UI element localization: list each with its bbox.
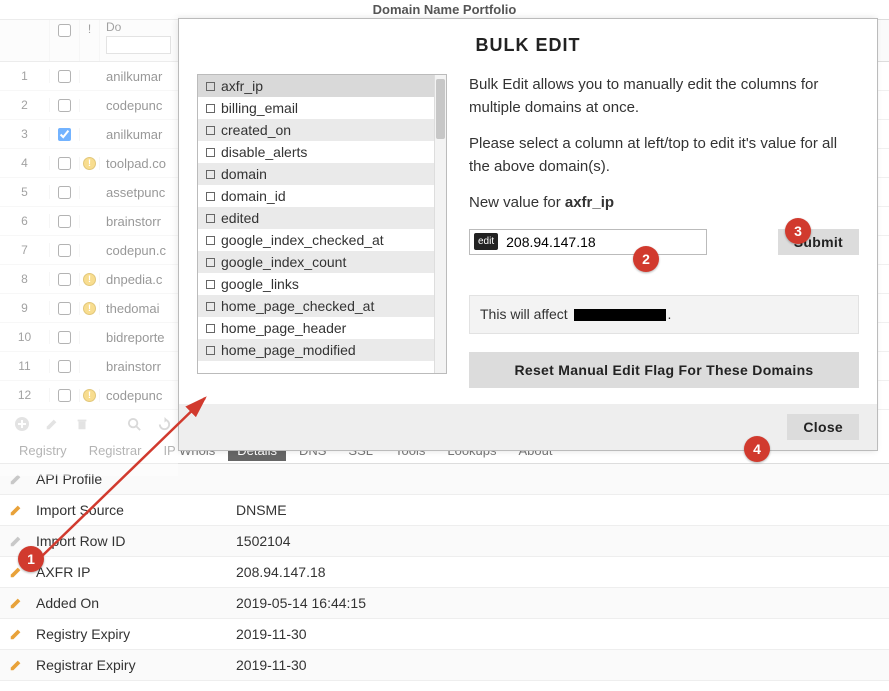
- column-option-label: home_page_modified: [221, 342, 356, 358]
- details-panel: API ProfileImport SourceDNSMEImport Row …: [0, 463, 889, 681]
- column-option[interactable]: domain: [198, 163, 434, 185]
- column-option[interactable]: home_page_checked_at: [198, 295, 434, 317]
- column-list-scrollbar[interactable]: [434, 75, 446, 373]
- edit-field-icon[interactable]: [0, 627, 32, 641]
- column-option[interactable]: google_index_count: [198, 251, 434, 273]
- modal-intro-1: Bulk Edit allows you to manually edit th…: [469, 74, 859, 119]
- column-option-label: edited: [221, 210, 259, 226]
- reset-flag-button[interactable]: Reset Manual Edit Flag For These Domains: [469, 352, 859, 388]
- column-list[interactable]: axfr_ip billing_email created_on disable_al…: [197, 74, 447, 374]
- modal-intro-2: Please select a column at left/top to ed…: [469, 133, 859, 178]
- column-option-label: disable_alerts: [221, 144, 307, 160]
- checkbox-icon: [206, 192, 215, 201]
- checkbox-icon: [206, 324, 215, 333]
- affect-notice: This will affect .: [469, 295, 859, 334]
- callout-4: 4: [744, 436, 770, 462]
- redacted-domain: [574, 309, 666, 321]
- checkbox-icon: [206, 82, 215, 91]
- edit-field-icon[interactable]: [0, 503, 32, 517]
- detail-value: 208.94.147.18: [232, 564, 889, 580]
- close-button[interactable]: Close: [787, 414, 859, 440]
- detail-label: Added On: [32, 595, 232, 611]
- checkbox-icon: [206, 126, 215, 135]
- detail-row: Import SourceDNSME: [0, 495, 889, 526]
- checkbox-icon: [206, 236, 215, 245]
- detail-value: 2019-11-30: [232, 657, 889, 673]
- checkbox-icon: [206, 170, 215, 179]
- detail-row: Registrar Expiry2019-11-30: [0, 650, 889, 681]
- column-option-label: axfr_ip: [221, 78, 263, 94]
- column-option-label: domain_id: [221, 188, 286, 204]
- checkbox-icon: [206, 214, 215, 223]
- new-value-input-wrap: edit: [469, 229, 707, 255]
- column-option-label: home_page_checked_at: [221, 298, 374, 314]
- callout-1: 1: [18, 546, 44, 572]
- detail-label: Registrar Expiry: [32, 657, 232, 673]
- column-option-label: google_links: [221, 276, 299, 292]
- modal-title: BULK EDIT: [179, 19, 877, 74]
- column-option[interactable]: google_links: [198, 273, 434, 295]
- edit-field-icon[interactable]: [0, 596, 32, 610]
- checkbox-icon: [206, 104, 215, 113]
- checkbox-icon: [206, 258, 215, 267]
- detail-value: 2019-11-30: [232, 626, 889, 642]
- column-option[interactable]: google_index_checked_at: [198, 229, 434, 251]
- column-option[interactable]: disable_alerts: [198, 141, 434, 163]
- detail-row: AXFR IP208.94.147.18: [0, 557, 889, 588]
- column-option[interactable]: domain_id: [198, 185, 434, 207]
- callout-3: 3: [785, 218, 811, 244]
- column-option-label: billing_email: [221, 100, 298, 116]
- detail-row: Registry Expiry2019-11-30: [0, 619, 889, 650]
- checkbox-icon: [206, 346, 215, 355]
- column-option-label: google_index_checked_at: [221, 232, 384, 248]
- column-option-label: domain: [221, 166, 267, 182]
- checkbox-icon: [206, 148, 215, 157]
- new-value-input[interactable]: [506, 234, 702, 250]
- column-option-label: google_index_count: [221, 254, 346, 270]
- checkbox-icon: [206, 302, 215, 311]
- column-option[interactable]: home_page_header: [198, 317, 434, 339]
- bulk-edit-modal: BULK EDIT axfr_ip billing_email created_on…: [178, 18, 878, 451]
- detail-value: 1502104: [232, 533, 889, 549]
- new-value-label: New value for axfr_ip: [469, 192, 859, 215]
- detail-label: Import Source: [32, 502, 232, 518]
- column-option[interactable]: home_page_modified: [198, 339, 434, 361]
- detail-label: Import Row ID: [32, 533, 232, 549]
- column-option[interactable]: created_on: [198, 119, 434, 141]
- detail-value: 2019-05-14 16:44:15: [232, 595, 889, 611]
- column-option-label: home_page_header: [221, 320, 346, 336]
- callout-2: 2: [633, 246, 659, 272]
- column-option[interactable]: billing_email: [198, 97, 434, 119]
- detail-label: AXFR IP: [32, 564, 232, 580]
- edit-badge: edit: [474, 233, 498, 250]
- column-option[interactable]: edited: [198, 207, 434, 229]
- column-option-label: created_on: [221, 122, 291, 138]
- detail-label: Registry Expiry: [32, 626, 232, 642]
- checkbox-icon: [206, 280, 215, 289]
- detail-row: Added On2019-05-14 16:44:15: [0, 588, 889, 619]
- edit-field-icon[interactable]: [0, 658, 32, 672]
- detail-value: DNSME: [232, 502, 889, 518]
- detail-row: Import Row ID1502104: [0, 526, 889, 557]
- column-option[interactable]: axfr_ip: [198, 75, 434, 97]
